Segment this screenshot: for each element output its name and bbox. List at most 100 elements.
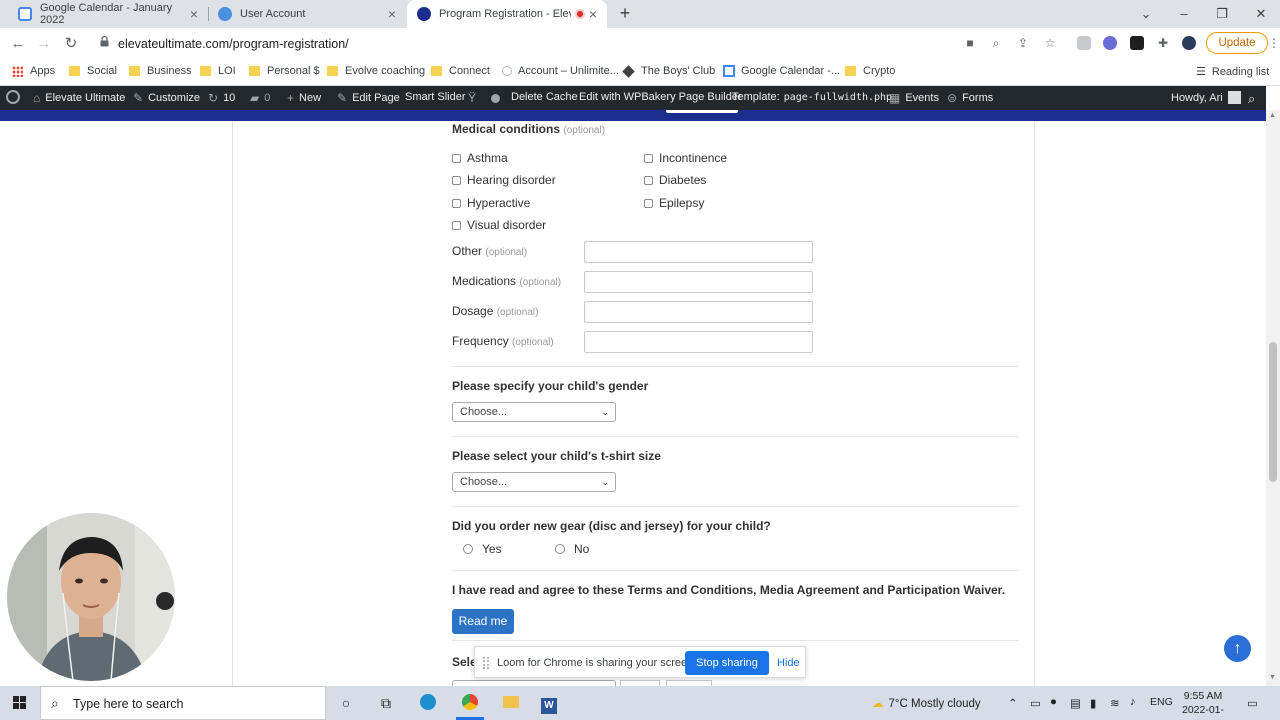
hide-button[interactable]: Hide <box>777 657 800 669</box>
bookmark-personal[interactable]: Personal $ <box>249 65 320 77</box>
page-scrollbar[interactable]: ▲ ▼ <box>1266 110 1280 686</box>
camera-icon[interactable]: ■ <box>962 35 978 51</box>
close-icon[interactable]: × <box>388 6 396 22</box>
bookmark-social[interactable]: Social <box>69 65 117 77</box>
other-field[interactable] <box>584 241 813 263</box>
wp-comments[interactable]: ▰ 0 <box>250 91 270 105</box>
wordpress-logo-icon[interactable] <box>6 90 20 104</box>
checkbox-box[interactable] <box>452 153 461 163</box>
checkbox-asthma[interactable]: Asthma <box>452 151 508 165</box>
checkbox-box[interactable] <box>644 198 653 208</box>
wp-updates[interactable]: ↻ 10 <box>208 91 235 105</box>
bookmark-business[interactable]: Business <box>129 65 192 77</box>
wp-site-name[interactable]: ⌂ Elevate Ultimate <box>33 91 125 105</box>
extension-layers-icon[interactable] <box>1130 36 1144 50</box>
wifi-icon[interactable]: ≋ <box>1110 696 1120 710</box>
checkbox-hyperactive[interactable]: Hyperactive <box>452 196 530 210</box>
webcam-bubble[interactable] <box>7 513 175 681</box>
profile-avatar-icon[interactable] <box>1182 36 1196 50</box>
address-bar[interactable]: elevateultimate.com/program-registration… <box>92 31 1064 57</box>
radio-circle[interactable] <box>463 544 473 554</box>
stop-sharing-button[interactable]: Stop sharing <box>685 651 769 675</box>
reading-list-button[interactable]: ☰ Reading list <box>1196 65 1269 78</box>
checkbox-box[interactable] <box>452 198 461 208</box>
gear-no-radio[interactable]: No <box>555 542 589 556</box>
zoom-icon[interactable]: ⌕ <box>988 35 1004 51</box>
chrome-icon[interactable] <box>461 694 479 712</box>
bookmark-connect[interactable]: Connect <box>431 65 490 77</box>
bookmark-account[interactable]: Account – Unlimite... <box>502 65 619 77</box>
gear-yes-radio[interactable]: Yes <box>463 542 502 556</box>
checkbox-box[interactable] <box>644 153 653 163</box>
tshirt-size-select[interactable]: Choose... ⌄ <box>452 472 616 492</box>
taskbar-search-box[interactable]: ⌕ Type here to search <box>40 686 326 720</box>
bookmark-boys-club[interactable]: The Boys' Club <box>622 64 715 78</box>
wp-smart-slider[interactable]: Smart Slider <box>405 91 466 103</box>
extension-grey-icon[interactable] <box>1077 36 1091 50</box>
close-icon[interactable]: × <box>589 6 597 22</box>
wp-howdy[interactable]: Howdy, Ari <box>1171 91 1241 104</box>
restore-button[interactable]: ❐ <box>1203 0 1241 28</box>
checkbox-hearing-disorder[interactable]: Hearing disorder <box>452 173 556 187</box>
wp-new[interactable]: + New <box>287 91 321 105</box>
frequency-field[interactable] <box>584 331 813 353</box>
close-icon[interactable]: × <box>190 6 198 22</box>
drag-handle-icon[interactable] <box>483 657 489 669</box>
wp-edit-wpbakery[interactable]: Edit with WPBakery Page Builder <box>579 91 742 103</box>
battery-icon[interactable]: ▮ <box>1090 696 1096 710</box>
reload-icon[interactable]: ↻ <box>60 33 82 55</box>
menu-icon[interactable]: ⋮ <box>1268 36 1280 50</box>
language-indicator[interactable]: ENG <box>1150 696 1173 708</box>
wp-delete-cache[interactable]: Delete Cache <box>511 91 578 103</box>
windows-start-button[interactable] <box>0 686 40 720</box>
update-button[interactable]: Update <box>1206 32 1268 54</box>
gender-select[interactable]: Choose... ⌄ <box>452 402 616 422</box>
tab-search-icon[interactable]: ⌄ <box>1127 0 1165 28</box>
bookmark-star-icon[interactable]: ☆ <box>1042 35 1058 51</box>
bookmark-crypto[interactable]: Crypto <box>845 65 895 77</box>
share-icon[interactable]: ⇪ <box>1015 35 1031 51</box>
taskbar-clock[interactable]: 9:55 AM 2022-01-11 <box>1178 689 1228 720</box>
wp-events[interactable]: ▦ Events <box>889 91 939 105</box>
file-explorer-icon[interactable] <box>502 694 520 712</box>
weather-widget[interactable]: ☁ 7°C Mostly cloudy <box>872 696 981 710</box>
bookmark-apps[interactable]: Apps <box>12 65 55 77</box>
forward-icon[interactable]: → <box>33 33 55 55</box>
bookmark-google-calendar[interactable]: Google Calendar -... <box>723 65 840 77</box>
word-icon[interactable]: W <box>540 694 558 714</box>
search-icon[interactable]: ⌕ <box>1248 91 1255 107</box>
edge-icon[interactable] <box>419 694 437 712</box>
scrollbar-thumb[interactable] <box>1269 342 1277 482</box>
bookmark-evolve-coaching[interactable]: Evolve coaching <box>327 65 425 77</box>
cortana-icon[interactable]: ○ <box>337 694 355 712</box>
tab-google-calendar[interactable]: Google Calendar - January 2022 × <box>8 0 208 28</box>
checkbox-box[interactable] <box>452 220 461 230</box>
wp-customize[interactable]: ✎ Customize <box>133 91 200 105</box>
checkbox-visual-disorder[interactable]: Visual disorder <box>452 218 546 232</box>
puzzle-icon[interactable]: ✚ <box>1155 35 1171 51</box>
tab-program-registration[interactable]: Program Registration - Eleva × <box>407 0 607 28</box>
minimize-button[interactable]: – <box>1165 0 1203 28</box>
bookmark-loi[interactable]: LOI <box>200 65 236 77</box>
wp-edit-page[interactable]: ✎ Edit Page <box>337 91 400 105</box>
checkbox-incontinence[interactable]: Incontinence <box>644 151 727 165</box>
checkbox-epilepsy[interactable]: Epilepsy <box>644 196 704 210</box>
notification-icon[interactable]: ▭ <box>1247 696 1258 710</box>
scroll-to-top-icon[interactable]: ↑ <box>1224 635 1251 662</box>
read-me-button[interactable]: Read me <box>452 609 514 634</box>
dosage-field[interactable] <box>584 301 813 323</box>
checkbox-box[interactable] <box>452 175 461 185</box>
radio-circle[interactable] <box>555 544 565 554</box>
wp-forms[interactable]: ⊜ Forms <box>947 91 993 105</box>
tray-icon-2[interactable]: ● <box>1050 696 1057 708</box>
medications-field[interactable] <box>584 271 813 293</box>
task-view-icon[interactable]: ⧉ <box>377 694 395 712</box>
tray-icon-1[interactable]: ▭ <box>1030 696 1041 710</box>
tray-chevron-icon[interactable]: ⌃ <box>1008 696 1018 710</box>
tab-user-account[interactable]: User Account × <box>208 0 406 28</box>
window-close-button[interactable]: ✕ <box>1242 0 1280 28</box>
scroll-down-arrow[interactable]: ▼ <box>1269 674 1276 681</box>
volume-icon[interactable]: ♪ <box>1130 696 1136 708</box>
tray-icon-3[interactable]: ▤ <box>1070 696 1081 710</box>
checkbox-diabetes[interactable]: Diabetes <box>644 173 706 187</box>
